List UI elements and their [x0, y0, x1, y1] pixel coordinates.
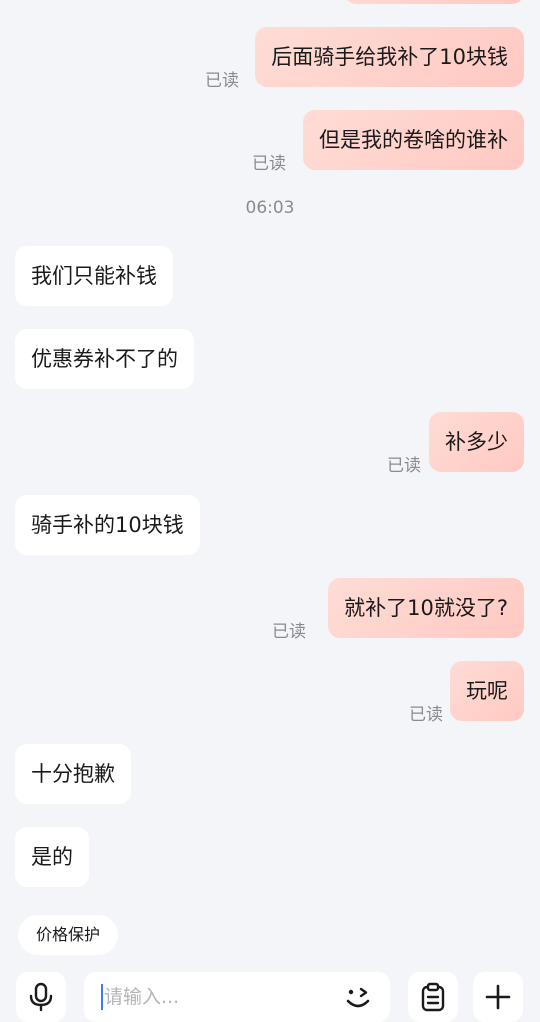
message-bubble-outgoing[interactable]: 玩呢 — [450, 661, 524, 721]
more-button[interactable] — [473, 972, 523, 1022]
message-input[interactable]: 请输入... — [84, 972, 390, 1022]
input-placeholder: 请输入... — [104, 986, 180, 1008]
message-bubble-incoming[interactable]: 是的 — [15, 827, 89, 887]
read-status: 已读 — [409, 705, 443, 725]
read-status: 已读 — [387, 456, 421, 476]
message-bubble-outgoing[interactable]: 就补了10就没了? — [328, 578, 524, 638]
read-status: 已读 — [205, 71, 239, 91]
plus-icon — [485, 984, 511, 1010]
timestamp: 06:03 — [245, 198, 295, 218]
message-bubble-outgoing[interactable]: 后面骑手给我补了10块钱 — [255, 27, 524, 87]
chat-view: 后面骑手给我补了10块钱 已读 但是我的卷啥的谁补 已读 06:03 我们只能补… — [0, 0, 540, 1022]
quick-reply-price-protection[interactable]: 价格保护 — [18, 915, 119, 955]
read-status: 已读 — [272, 622, 306, 642]
message-bubble-outgoing[interactable]: 但是我的卷啥的谁补 — [303, 110, 524, 170]
read-status: 已读 — [252, 154, 286, 174]
clipboard-button[interactable] — [408, 972, 458, 1022]
message-bubble-incoming[interactable]: 我们只能补钱 — [15, 246, 173, 306]
microphone-icon — [29, 982, 53, 1012]
message-bubble-incoming[interactable]: 十分抱歉 — [15, 744, 131, 804]
message-bubble-outgoing-partial[interactable] — [344, 0, 524, 4]
text-caret — [101, 984, 103, 1010]
clipboard-icon — [421, 982, 445, 1012]
emoji-icon[interactable] — [342, 982, 374, 1014]
voice-button[interactable] — [16, 972, 66, 1022]
message-bubble-incoming[interactable]: 优惠券补不了的 — [15, 329, 194, 389]
message-bubble-incoming[interactable]: 骑手补的10块钱 — [15, 495, 200, 555]
message-bubble-outgoing[interactable]: 补多少 — [429, 412, 524, 472]
